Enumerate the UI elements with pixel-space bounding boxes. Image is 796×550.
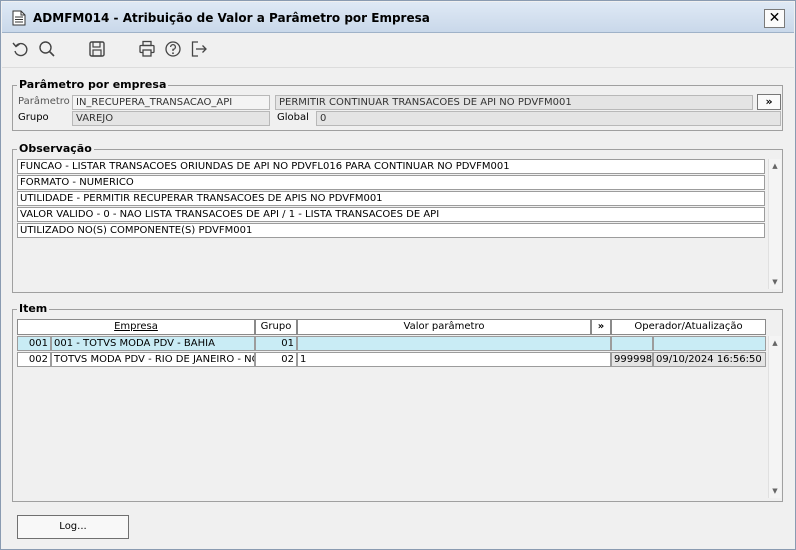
item-group: Item Empresa Grupo Valor parâmetro » Ope… — [12, 302, 783, 502]
close-icon: ✕ — [768, 10, 781, 26]
observacao-group: Observação FUNCAO - LISTAR TRANSACOES OR… — [12, 142, 783, 293]
log-button[interactable]: Log... — [17, 515, 129, 539]
header-operador[interactable]: Operador/Atualização — [611, 319, 766, 335]
exit-icon[interactable] — [189, 39, 209, 59]
global-field: 0 — [316, 111, 781, 126]
print-icon[interactable] — [137, 39, 157, 59]
descricao-field: PERMITIR CONTINUAR TRANSACOES DE API NO … — [275, 95, 753, 110]
row-grupo: 01 — [255, 336, 297, 351]
scroll-up-icon[interactable]: ▲ — [769, 159, 781, 173]
scroll-down-icon[interactable]: ▼ — [769, 275, 781, 289]
param-group: Parâmetro por empresa Parâmetro IN_RECUP… — [12, 78, 783, 131]
title-bar: ADMFM014 - Atribuição de Valor a Parâmet… — [2, 2, 794, 33]
window-title: ADMFM014 - Atribuição de Valor a Parâmet… — [33, 11, 430, 25]
row-operador: 999998 — [611, 352, 653, 367]
observacao-line: UTILIDADE - PERMITIR RECUPERAR TRANSACOE… — [17, 191, 765, 206]
app-window: ADMFM014 - Atribuição de Valor a Parâmet… — [0, 0, 796, 550]
row-empresa: 001 - TOTVS MODA PDV - BAHIA — [51, 336, 255, 351]
toolbar — [11, 37, 251, 63]
observacao-line: VALOR VALIDO - 0 - NAO LISTA TRANSACOES … — [17, 207, 765, 222]
row-num: 002 — [17, 352, 51, 367]
row-valor-field[interactable] — [297, 336, 611, 351]
toolbar-divider — [2, 67, 794, 68]
scroll-up-icon[interactable]: ▲ — [769, 336, 781, 350]
parametro-field[interactable]: IN_RECUPERA_TRANSACAO_API — [72, 95, 270, 110]
item-grid-header: Empresa Grupo Valor parâmetro » Operador… — [17, 319, 780, 335]
observacao-line: FUNCAO - LISTAR TRANSACOES ORIUNDAS DE A… — [17, 159, 765, 174]
refresh-icon[interactable] — [11, 39, 31, 59]
expand-param-button[interactable]: » — [757, 94, 781, 110]
item-legend: Item — [17, 302, 50, 315]
table-row[interactable]: 002 TOTVS MODA PDV - RIO DE JANEIRO - NO… — [17, 352, 766, 367]
observacao-legend: Observação — [17, 142, 94, 155]
search-icon[interactable] — [37, 39, 57, 59]
observacao-scrollbar[interactable]: ▲ ▼ — [768, 159, 781, 289]
param-group-legend: Parâmetro por empresa — [17, 78, 169, 91]
grupo-label: Grupo — [18, 112, 49, 123]
row-grupo: 02 — [255, 352, 297, 367]
parametro-label: Parâmetro — [18, 96, 70, 107]
help-icon[interactable] — [163, 39, 183, 59]
row-num: 001 — [17, 336, 51, 351]
row-atualizacao — [653, 336, 766, 351]
header-grupo[interactable]: Grupo — [255, 319, 297, 335]
global-label: Global — [277, 112, 309, 123]
header-valor[interactable]: Valor parâmetro — [297, 319, 591, 335]
close-button[interactable]: ✕ — [764, 9, 785, 28]
header-expand-button[interactable]: » — [591, 319, 611, 335]
observacao-line: UTILIZADO NO(S) COMPONENTE(S) PDVFM001 — [17, 223, 765, 238]
scroll-down-icon[interactable]: ▼ — [769, 484, 781, 498]
document-icon — [12, 10, 26, 26]
row-valor-field[interactable]: 1 — [297, 352, 611, 367]
row-atualizacao: 09/10/2024 16:56:50 — [653, 352, 766, 367]
grupo-field: VAREJO — [72, 111, 270, 126]
row-empresa: TOTVS MODA PDV - RIO DE JANEIRO - NO — [51, 352, 255, 367]
observacao-line: FORMATO - NUMERICO — [17, 175, 765, 190]
item-scrollbar[interactable]: ▲ ▼ — [768, 336, 781, 498]
row-operador — [611, 336, 653, 351]
save-icon[interactable] — [87, 39, 107, 59]
log-button-label: Log... — [59, 521, 87, 532]
table-row[interactable]: 001 001 - TOTVS MODA PDV - BAHIA 01 — [17, 336, 766, 351]
header-empresa[interactable]: Empresa — [17, 319, 255, 335]
